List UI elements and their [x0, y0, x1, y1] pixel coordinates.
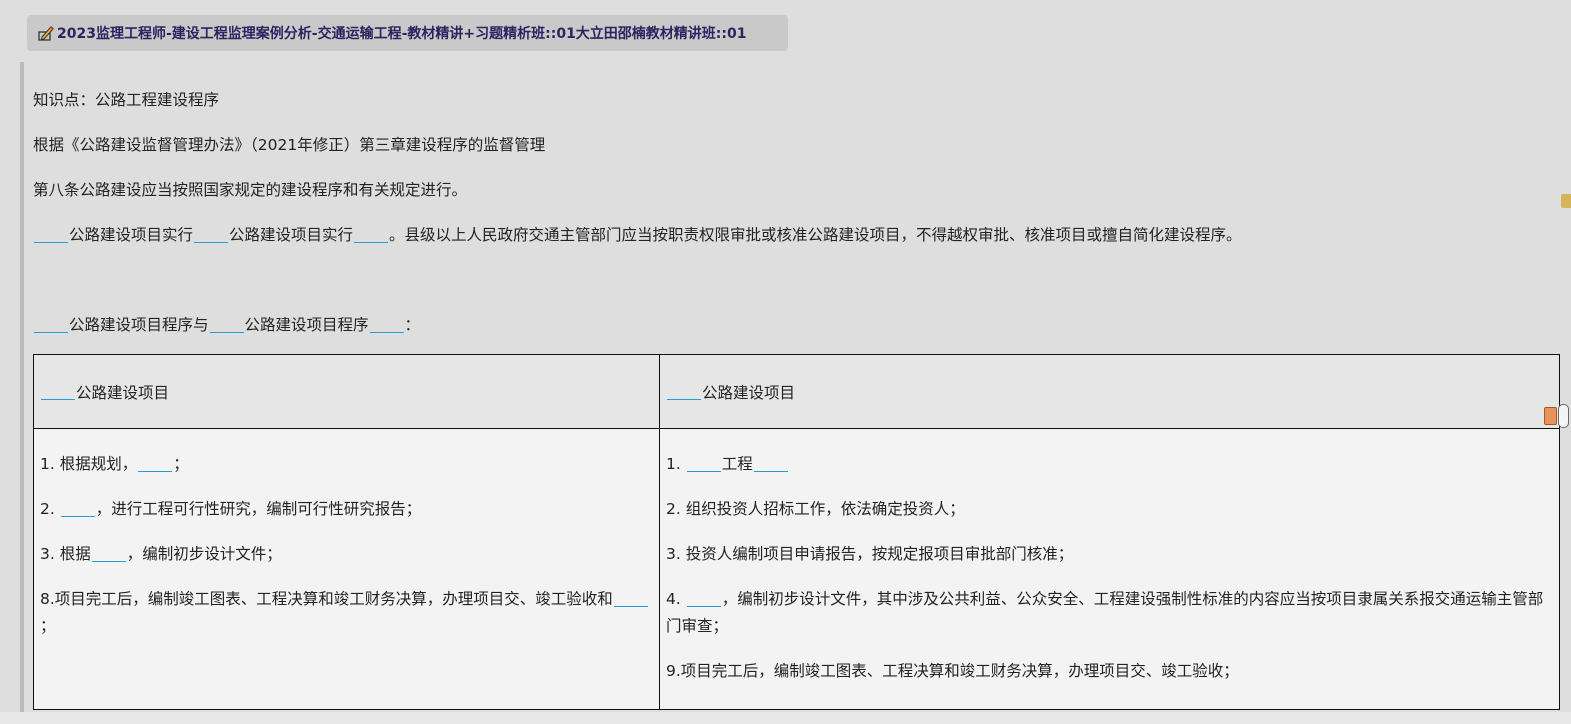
- table-header-left: 公路建设项目: [34, 355, 660, 429]
- fill-blank[interactable]: [686, 590, 721, 607]
- note-tab-icon[interactable]: [1544, 407, 1557, 425]
- fill-blank[interactable]: [209, 316, 244, 333]
- fill-blank[interactable]: [60, 500, 95, 517]
- fill-blank[interactable]: [753, 455, 788, 472]
- bottom-scrollbar[interactable]: [0, 712, 1571, 724]
- pencil-edit-icon: [38, 26, 54, 41]
- course-title-bar[interactable]: 2023监理工程师-建设工程监理案例分析-交通运输工程-教材精讲+习题精析班::…: [27, 15, 788, 51]
- page: 2023监理工程师-建设工程监理案例分析-交通运输工程-教材精讲+习题精析班::…: [0, 0, 1571, 724]
- basis-text: 根据《公路建设监督管理办法》（2021年修正）第三章建设程序的监督管理: [33, 136, 546, 154]
- knowledge-point: 知识点：公路工程建设程序: [33, 91, 220, 109]
- course-title: 2023监理工程师-建设工程监理案例分析-交通运输工程-教材精讲+习题精析班::…: [57, 26, 747, 42]
- list-item: 9.项目完工后，编制竣工图表、工程决算和竣工财务决算，办理项目交、竣工验收；: [666, 662, 1239, 680]
- list-item: 1. 工程: [666, 451, 1553, 478]
- fill-blank[interactable]: [34, 226, 68, 243]
- procedure-comparison-table: 公路建设项目 公路建设项目 1. 根据规划，； 2. ，进行工程可行性研究，编制…: [33, 354, 1560, 710]
- list-item: 1. 根据规划，；: [40, 455, 189, 473]
- fill-blank[interactable]: [34, 316, 68, 333]
- fill-blank[interactable]: [194, 226, 229, 243]
- article-8-text: 第八条公路建设应当按照国家规定的建设程序和有关规定进行。: [33, 181, 468, 199]
- list-item: 2. 组织投资人招标工作，依法确定投资人；: [666, 500, 965, 518]
- list-item: 3. 投资人编制项目申请报告，按规定报项目审批部门核准；: [666, 545, 1074, 563]
- scroll-handle[interactable]: [1558, 404, 1569, 428]
- fill-blank[interactable]: [138, 455, 173, 472]
- list-item: 2. ，进行工程可行性研究，编制可行性研究报告；: [40, 500, 422, 518]
- fill-blank[interactable]: [41, 383, 75, 400]
- list-item: 3. 根据 ，编制初步设计文件；: [40, 545, 282, 563]
- fill-blank[interactable]: [369, 316, 404, 333]
- fill-blank[interactable]: [354, 226, 389, 243]
- fill-blank[interactable]: [686, 455, 721, 472]
- list-item: 8.项目完工后，编制竣工图表、工程决算和竣工财务决算，办理项目交、竣工验收和；: [40, 586, 653, 640]
- table-cell-left: 1. 根据规划，； 2. ，进行工程可行性研究，编制可行性研究报告； 3. 根据…: [34, 429, 660, 709]
- procedure-comparison-heading: 公路建设项目程序与 公路建设项目程序：: [33, 315, 420, 335]
- table-cell-right: 1. 工程 2. 组织投资人招标工作，依法确定投资人； 3. 投资人编制项目申请…: [660, 429, 1559, 709]
- fill-blank[interactable]: [91, 545, 126, 562]
- fill-blank[interactable]: [667, 383, 701, 400]
- project-system-sentence: 公路建设项目实行 公路建设项目实行 。县级以上人民政府交通主管部门应当按职责权限审批…: [33, 225, 1242, 245]
- fill-blank[interactable]: [613, 590, 648, 607]
- list-item: 4. ，编制初步设计文件，其中涉及公共利益、公众安全、工程建设强制性标准的内容应…: [666, 590, 1544, 635]
- table-header-right: 公路建设项目: [660, 355, 1559, 429]
- lock-icon[interactable]: [1561, 194, 1571, 208]
